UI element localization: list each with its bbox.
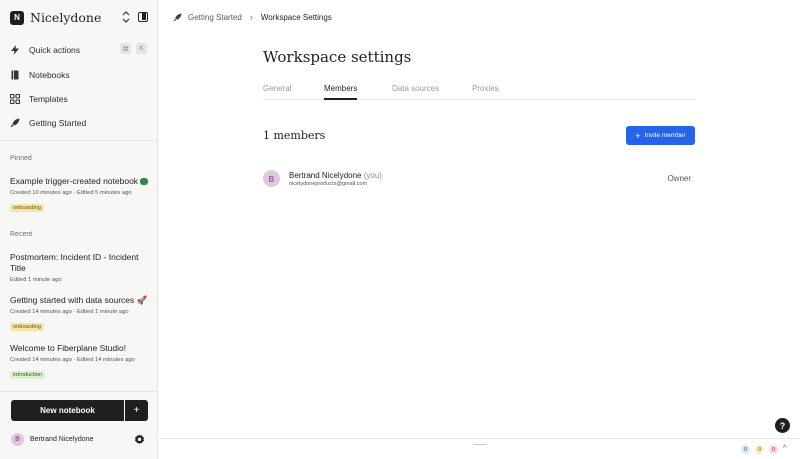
workspace-switcher[interactable]: N Nicelydone — [10, 9, 150, 26]
member-role: Owner — [667, 174, 691, 183]
tab-proxies[interactable]: Proxies — [472, 84, 499, 93]
tag-badge: introduction — [10, 371, 45, 379]
note-meta: Created 14 minutes ago · Edited 1 minute… — [10, 309, 129, 315]
new-notebook-options-button[interactable]: + — [125, 400, 148, 421]
workspace-logo: N — [10, 10, 24, 25]
note-title: Postmortem: Incident ID - Incident Title — [10, 252, 139, 273]
sidebar-item-templates[interactable]: Templates — [10, 91, 150, 107]
workspace-name: Nicelydone — [30, 10, 102, 25]
pinned-label: Pinned — [10, 155, 32, 162]
sidebar: N Nicelydone Quick actions ⌘ K Notebooks… — [0, 0, 158, 459]
tag-badge: onboarding — [10, 323, 44, 331]
recent-label: Recent — [10, 231, 33, 238]
note-title: Welcome to Fiberplane Studio! — [10, 343, 127, 353]
member-name: Bertrand Nicelydone (you) — [289, 171, 382, 180]
tab-data-sources[interactable]: Data sources — [392, 84, 439, 93]
sidebar-item-label: Templates — [29, 94, 68, 104]
sidebar-divider — [0, 140, 158, 141]
breadcrumb: Getting Started › Workspace Settings — [173, 11, 332, 23]
sidebar-item-notebooks[interactable]: Notebooks — [10, 67, 150, 83]
members-count: 1 members — [263, 129, 326, 142]
breadcrumb-separator: › — [249, 12, 253, 22]
settings-tabs: General Members Data sources Proxies — [263, 82, 695, 100]
kbd-cmd: ⌘ — [120, 43, 131, 54]
note-meta: Created 10 minutes ago · Edited 5 minute… — [10, 190, 132, 196]
rocket-icon — [173, 12, 182, 22]
notebook-icon — [11, 70, 19, 80]
gear-icon[interactable] — [134, 434, 145, 445]
sidebar-item-label: Getting Started — [29, 118, 87, 128]
user-name: Bertrand Nicelydone — [30, 436, 94, 443]
warning-counter-badge[interactable]: 0 — [755, 445, 764, 454]
info-counter-badge[interactable]: 0 — [741, 445, 750, 454]
note-title: Example trigger-created notebook — [10, 176, 150, 187]
error-counter-badge[interactable]: 0 — [769, 445, 778, 454]
status-dot-icon — [140, 178, 149, 186]
recent-notebook-item[interactable]: Welcome to Fiberplane Studio! Created 14… — [10, 343, 150, 381]
breadcrumb-current: Workspace Settings — [260, 12, 332, 22]
pinned-notebook-item[interactable]: Example trigger-created notebook Created… — [10, 176, 150, 214]
breadcrumb-parent[interactable]: Getting Started — [188, 13, 242, 22]
new-notebook-button[interactable]: New notebook — [11, 400, 124, 421]
resize-handle[interactable] — [473, 444, 487, 445]
lightning-icon — [11, 45, 19, 55]
chevron-up-down-icon[interactable] — [122, 11, 130, 23]
note-meta: Created 14 minutes ago · Edited 14 minut… — [10, 357, 135, 363]
member-row: B Bertrand Nicelydone (you) nicelydonepr… — [263, 169, 695, 189]
user-menu[interactable]: B Bertrand Nicelydone — [11, 433, 149, 446]
note-meta: Edited 1 minute ago — [10, 277, 62, 283]
page-title: Workspace settings — [263, 48, 412, 66]
avatar: B — [11, 433, 24, 446]
member-email: nicelydoneproducts@gmail.com — [289, 181, 368, 187]
kbd-k: K — [136, 43, 147, 54]
templates-icon — [10, 94, 20, 104]
help-button[interactable]: ? — [775, 418, 790, 433]
sidebar-item-getting-started[interactable]: Getting Started — [10, 115, 150, 131]
invite-member-label: Invite member — [644, 132, 686, 139]
sidebar-item-label: Notebooks — [29, 70, 70, 80]
bottom-panel-bar — [159, 438, 800, 459]
recent-notebook-item[interactable]: Getting started with data sources 🚀 Crea… — [10, 295, 150, 333]
recent-notebook-item[interactable]: Postmortem: Incident ID - Incident Title… — [10, 252, 150, 283]
chevron-up-icon[interactable]: ^ — [783, 445, 786, 452]
sidebar-item-label: Quick actions — [29, 45, 81, 55]
tab-general[interactable]: General — [263, 84, 291, 93]
invite-member-button[interactable]: + Invite member — [626, 126, 695, 145]
sidebar-item-quick-actions[interactable]: Quick actions ⌘ K — [10, 42, 150, 58]
avatar: B — [263, 170, 280, 187]
plus-icon: + — [635, 130, 641, 141]
tag-badge: onboarding — [10, 204, 44, 212]
note-title: Getting started with data sources 🚀 — [10, 295, 148, 305]
member-you-label: (you) — [363, 171, 382, 180]
tab-members[interactable]: Members — [324, 84, 358, 100]
sidebar-toggle-icon[interactable] — [138, 12, 148, 22]
rocket-icon — [10, 118, 20, 128]
sidebar-divider — [0, 391, 158, 392]
